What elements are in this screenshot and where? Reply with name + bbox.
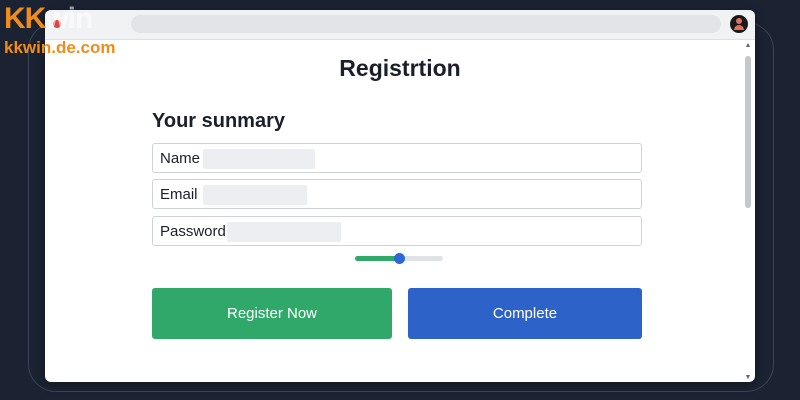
summary-heading: Your sunmary: [152, 110, 285, 132]
progress-slider[interactable]: [355, 253, 443, 264]
register-now-button[interactable]: Register Now: [152, 288, 392, 339]
account-icon[interactable]: [730, 15, 748, 33]
logo-wordmark: KKwin: [4, 2, 93, 35]
site-logo: KKwin kkwin.de.com: [4, 2, 144, 62]
progress-fill: [355, 256, 399, 261]
browser-toolbar: [45, 10, 755, 40]
progress-knob[interactable]: [394, 253, 405, 264]
complete-button[interactable]: Complete: [408, 288, 642, 339]
password-label: Password: [160, 223, 226, 240]
email-field[interactable]: Email: [152, 179, 642, 209]
scroll-down-arrow-icon[interactable]: ▼: [744, 374, 752, 382]
name-field[interactable]: Name: [152, 143, 642, 173]
scroll-up-arrow-icon[interactable]: ▲: [744, 42, 752, 50]
email-label: Email: [160, 186, 198, 203]
email-value-redacted: [203, 185, 307, 205]
address-bar[interactable]: [131, 15, 721, 33]
name-value-redacted: [203, 149, 315, 169]
name-label: Name: [160, 150, 201, 167]
password-value-redacted: [227, 222, 341, 242]
scrollbar[interactable]: ▲ ▼: [743, 42, 753, 382]
password-field[interactable]: Password: [152, 216, 642, 246]
logo-site-url: kkwin.de.com: [4, 38, 116, 57]
